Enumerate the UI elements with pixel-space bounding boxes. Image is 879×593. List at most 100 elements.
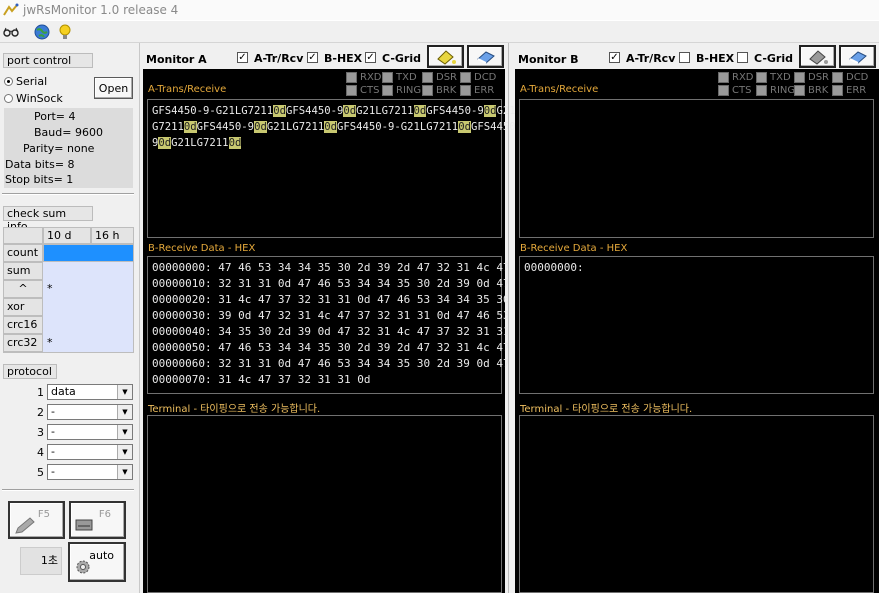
monitor-b-paint-button[interactable]: [799, 45, 836, 68]
serial-radio[interactable]: Serial: [4, 75, 47, 88]
checksum-selected-cell[interactable]: [43, 244, 134, 262]
signal-txd: TXD: [756, 72, 791, 83]
signal-err: ERR: [832, 85, 866, 96]
chevron-down-icon: ▼: [117, 445, 132, 459]
monitor-a-cgrid-label: C-Grid: [382, 52, 421, 65]
chevron-down-icon: ▼: [117, 425, 132, 439]
protocol-value: data: [51, 385, 76, 398]
monitor-a-clear-button[interactable]: [467, 45, 504, 68]
protocol-select-2[interactable]: - ▼: [47, 404, 133, 420]
monitor-a-trrcv-label: A-Tr/Rcv: [254, 52, 304, 65]
interval-display: 1초: [20, 547, 62, 575]
auto-button[interactable]: auto: [68, 542, 126, 582]
checksum-row-label: crc32: [3, 334, 43, 352]
monitor-a-bhex-checkbox[interactable]: ✓: [307, 52, 318, 63]
protocol-select-4[interactable]: - ▼: [47, 444, 133, 460]
checksum-row-label: crc16: [3, 316, 43, 334]
checksum-cell[interactable]: *: [43, 280, 134, 298]
monitor-a-trans-label: A-Trans/Receive: [148, 84, 227, 95]
monitor-a-paint-button[interactable]: [427, 45, 464, 68]
keyboard-icon: [75, 519, 93, 531]
signal-brk: BRK: [422, 85, 456, 96]
protocol-select-3[interactable]: - ▼: [47, 424, 133, 440]
app-icon: [3, 3, 19, 17]
hex-line: 00000060: 32 31 31 0d 47 46 53 34 34 35 …: [152, 357, 530, 370]
highlighted-cr: 0d: [483, 105, 497, 117]
terminal-prefix: Terminal -: [520, 404, 573, 415]
monitor-a-cgrid-checkbox[interactable]: ✓: [365, 52, 376, 63]
port-value: Port= 4: [34, 110, 76, 123]
protocol-select-5[interactable]: - ▼: [47, 464, 133, 480]
signal-txd: TXD: [382, 72, 417, 83]
port-settings: Port= 4 Baud= 9600 Parity= none Data bit…: [4, 108, 133, 188]
gear-icon: [76, 560, 90, 574]
monitor-a-terminal[interactable]: [147, 415, 502, 593]
open-button[interactable]: Open: [94, 77, 133, 99]
checksum-cell[interactable]: *: [43, 334, 134, 352]
monitor-a-trrcv-checkbox[interactable]: ✓: [237, 52, 248, 63]
serial-label: Serial: [16, 75, 48, 88]
signal-rxd: RXD: [346, 72, 382, 83]
baud-value: Baud= 9600: [34, 126, 103, 139]
protocol-value: -: [51, 425, 55, 438]
checksum-cell[interactable]: [43, 316, 134, 334]
text-segment: GFS4450-9-G21LG7211: [337, 121, 459, 133]
glasses-icon[interactable]: [2, 23, 20, 41]
title-bar: jwRsMonitor 1.0 release 4: [0, 0, 879, 21]
text-segment: GFS4450-9-G21LG7211: [152, 105, 274, 117]
protocol-value: -: [51, 465, 55, 478]
checksum-row-label: sum: [3, 262, 43, 280]
protocol-value: -: [51, 445, 55, 458]
signal-ring: RING: [756, 85, 795, 96]
auto-label: auto: [89, 549, 114, 562]
protocol-select-1[interactable]: data ▼: [47, 384, 133, 400]
monitor-b-title: Monitor B: [518, 53, 579, 66]
highlighted-cr: 0d: [158, 137, 172, 149]
monitor-a-text-area[interactable]: GFS4450-9-G21LG72110dGFS4450-90dG21LG721…: [147, 99, 522, 238]
hex-line: 00000000:: [524, 261, 584, 274]
winsock-radio[interactable]: WinSock: [4, 92, 63, 105]
checksum-cell[interactable]: [43, 262, 134, 280]
hex-line: 00000020: 31 4c 47 37 32 31 31 0d 47 46 …: [152, 293, 530, 306]
monitor-b-terminal[interactable]: [519, 415, 874, 593]
monitor-a-hex-area[interactable]: 00000000: 47 46 53 34 34 35 30 2d 39 2d …: [147, 256, 530, 394]
monitor-splitter[interactable]: [508, 43, 509, 593]
terminal-hint: 타이핑으로 전송 가능합니다.: [572, 404, 693, 415]
stop-bits-value: Stop bits= 1: [5, 173, 74, 186]
text-segment: G21LG7211: [266, 121, 325, 133]
winsock-label: WinSock: [16, 92, 63, 105]
eraser-icon: [476, 50, 495, 64]
eraser-icon: [848, 50, 867, 64]
monitor-b-text-area[interactable]: [519, 99, 874, 238]
monitor-b-clear-button[interactable]: [839, 45, 876, 68]
signal-cts: CTS: [718, 85, 751, 96]
checksum-cell[interactable]: [43, 298, 134, 316]
hex-line: 00000010: 32 31 31 0d 47 46 53 34 34 35 …: [152, 277, 530, 290]
checksum-title: check sum info: [3, 206, 93, 233]
monitor-b-cgrid-checkbox[interactable]: [737, 52, 748, 63]
checksum-col-dec: 10 d: [43, 227, 91, 244]
protocol-num: 2: [37, 406, 44, 419]
text-segment: GFS4450-9: [196, 121, 255, 133]
f6-label: F6: [98, 509, 111, 520]
monitor-b-hex-text: 00000000:: [524, 260, 584, 276]
pencil-icon: [15, 517, 35, 534]
f6-button[interactable]: F6: [69, 501, 126, 539]
signal-rxd: RXD: [718, 72, 754, 83]
hex-line: 00000070: 31 4c 47 37 32 31 31 0d: [152, 373, 371, 386]
lightbulb-icon[interactable]: [56, 23, 74, 41]
text-segment: G7211: [152, 121, 184, 133]
globe-icon[interactable]: [33, 23, 51, 41]
highlighted-cr: 0d: [458, 121, 471, 133]
highlighted-cr: 0d: [254, 121, 267, 133]
chevron-down-icon: ▼: [117, 465, 132, 479]
highlighted-cr: 0d: [324, 121, 337, 133]
signal-cts: CTS: [346, 85, 379, 96]
terminal-prefix: Terminal -: [148, 404, 201, 415]
monitor-b-hex-area[interactable]: 00000000:: [519, 256, 874, 394]
f5-button[interactable]: F5: [8, 501, 65, 539]
monitor-b-bhex-checkbox[interactable]: [679, 52, 690, 63]
monitor-b-terminal-label: Terminal - 타이핑으로 전송 가능합니다.: [520, 400, 692, 415]
monitor-b-trrcv-checkbox[interactable]: ✓: [609, 52, 620, 63]
monitor-a-hex-label: B-Receive Data - HEX: [148, 243, 256, 254]
